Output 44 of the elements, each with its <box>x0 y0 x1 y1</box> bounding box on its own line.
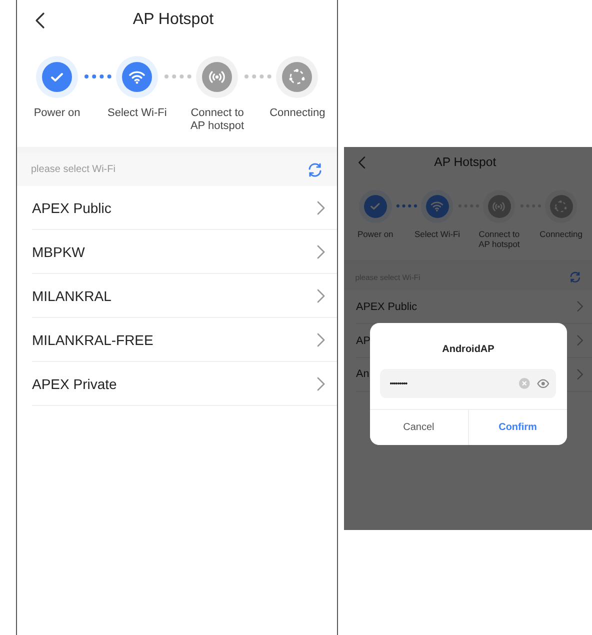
step-label: Connecting <box>268 107 326 120</box>
step-label: Connect to AP hotspot <box>478 229 521 250</box>
wifi-list-item[interactable]: APEX Private <box>32 362 338 406</box>
screen-title: AP Hotspot <box>433 155 498 170</box>
wifi-icon <box>430 200 444 212</box>
chevron-right-icon <box>317 376 326 390</box>
confirm-button[interactable]: Confirm <box>468 410 567 446</box>
dotted-connector <box>84 74 112 79</box>
chevron-right-icon <box>317 200 326 214</box>
refresh-icon <box>568 271 582 284</box>
wifi-icon <box>128 69 146 85</box>
dotted-connector <box>396 204 418 208</box>
wifi-list-item[interactable]: MILANKRAL <box>32 274 338 318</box>
step-label: Select Wi-Fi <box>106 107 168 120</box>
refresh-button[interactable] <box>568 271 582 284</box>
list-header: please select Wi-Fi <box>31 164 116 175</box>
step-label: Connect to AP hotspot <box>189 107 246 133</box>
chevron-right-icon <box>576 369 583 380</box>
chevron-right-icon <box>317 288 326 302</box>
chevron-right-icon <box>576 301 583 312</box>
chevron-right-icon <box>317 332 326 346</box>
step-label: Select Wi-Fi <box>414 229 462 240</box>
step-label: Power on <box>32 107 82 120</box>
wifi-list-item[interactable]: MILANKRAL-FREE <box>32 318 338 362</box>
refresh-icon <box>307 162 324 178</box>
dialog-title: AndroidAP <box>441 343 496 358</box>
check-icon <box>369 200 382 212</box>
wifi-list-item[interactable]: MBPKW <box>32 230 338 274</box>
dotted-connector <box>164 74 192 79</box>
step-label: Connecting <box>538 229 584 240</box>
chevron-right-icon <box>576 335 583 346</box>
clear-icon[interactable] <box>519 378 530 390</box>
chevron-right-icon <box>317 244 326 258</box>
dotted-connector <box>244 74 272 79</box>
back-icon <box>35 12 45 28</box>
step-label: Power on <box>356 229 394 240</box>
eye-icon[interactable] <box>536 379 550 388</box>
wifi-list-item[interactable]: APEX Public <box>32 186 338 230</box>
spinner-icon <box>287 67 308 87</box>
screen-title: AP Hotspot <box>132 11 215 29</box>
refresh-button[interactable] <box>307 162 324 178</box>
back-icon <box>358 156 366 169</box>
password-field[interactable]: ••••••••• <box>380 369 556 398</box>
spinner-icon <box>553 198 569 214</box>
